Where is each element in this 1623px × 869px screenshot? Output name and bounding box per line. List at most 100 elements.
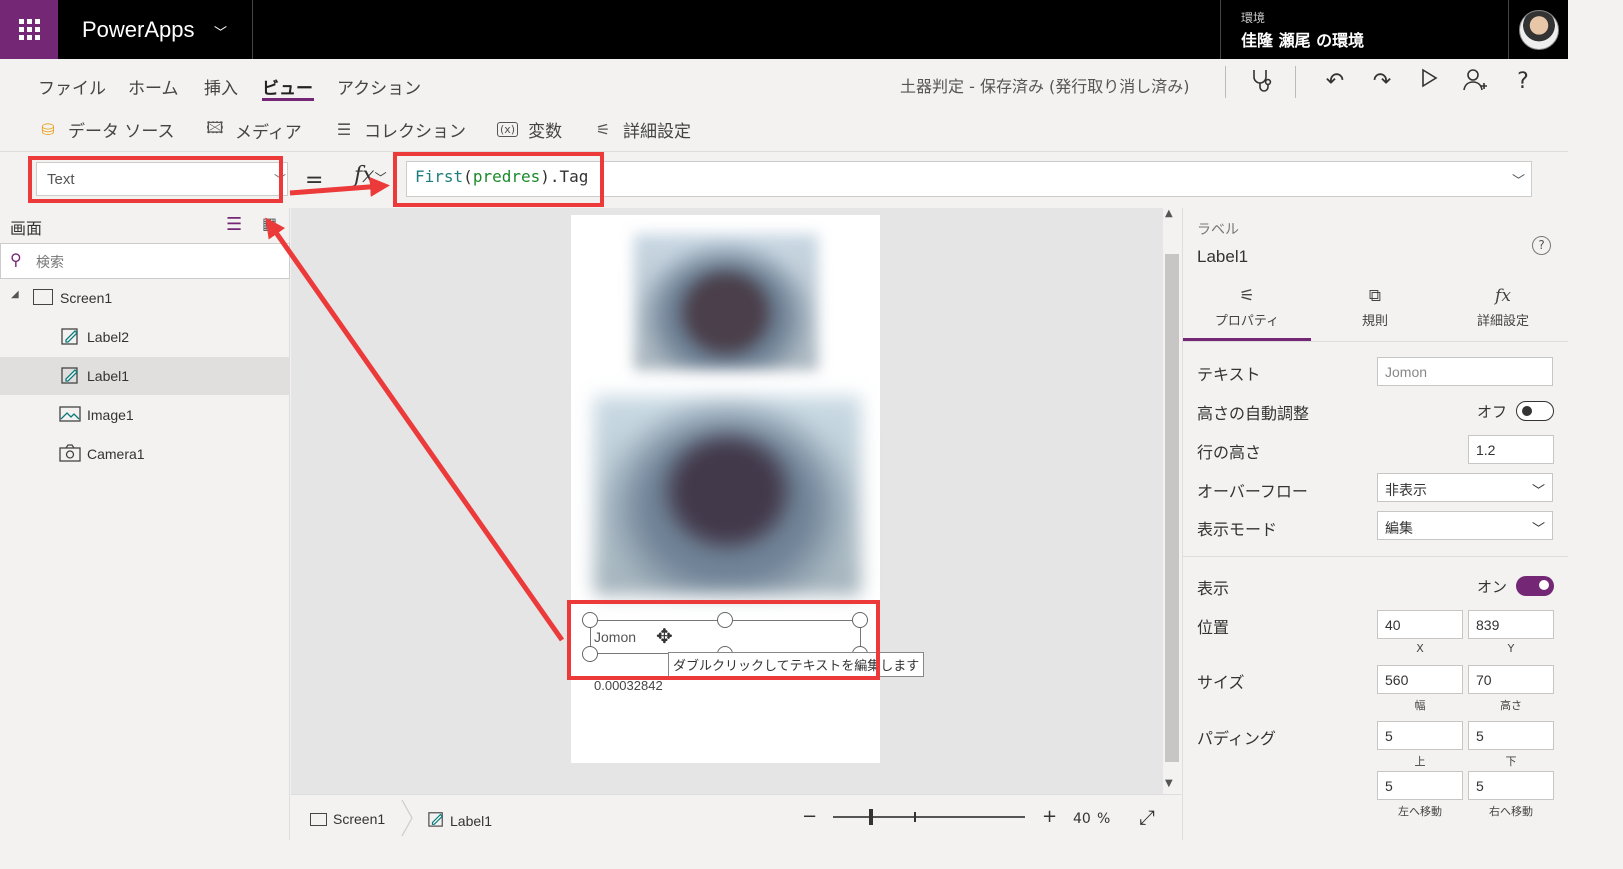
top-divider xyxy=(1508,0,1509,59)
y-caption: Y xyxy=(1507,642,1515,655)
database-icon: ⛁ xyxy=(41,120,55,139)
fx-icon: fx xyxy=(1495,286,1511,306)
menu-action[interactable]: アクション xyxy=(337,74,421,99)
zoom-slider-thumb[interactable] xyxy=(869,809,873,825)
fit-to-window-icon[interactable]: ⤢ xyxy=(1139,805,1155,829)
help-icon[interactable]: ? xyxy=(1506,68,1540,96)
top-divider xyxy=(1220,0,1221,59)
equals-sign: = xyxy=(305,168,324,193)
autoheight-label: 高さの自動調整 xyxy=(1197,404,1310,423)
variable-button[interactable]: (x) 変数 xyxy=(497,117,562,142)
scroll-down-arrow-icon[interactable]: ▼ xyxy=(1165,778,1173,789)
list-view-icon[interactable]: ☰ xyxy=(226,214,242,235)
tree-item-label2[interactable]: Label2 xyxy=(0,318,290,356)
breadcrumb-screen1[interactable]: Screen1 xyxy=(310,811,385,827)
app-title[interactable]: PowerApps xyxy=(82,17,195,43)
chevron-down-icon[interactable]: ﹀ xyxy=(1532,518,1545,537)
tab-rules[interactable]: ⧉ 規則 xyxy=(1311,286,1439,329)
data-source-button[interactable]: ⛁ データ ソース xyxy=(38,117,174,142)
size-height-input[interactable]: 70 xyxy=(1468,665,1554,694)
collapse-triangle-icon[interactable]: ◢ xyxy=(11,289,19,300)
autoheight-toggle[interactable] xyxy=(1516,401,1554,421)
toolbar-divider xyxy=(1225,66,1226,98)
divider xyxy=(1183,556,1568,557)
annotation-box-property xyxy=(28,156,283,203)
lineheight-input[interactable]: 1.2 xyxy=(1468,435,1554,464)
breadcrumb-separator-icon xyxy=(401,800,413,836)
padding-bottom-input[interactable]: 5 xyxy=(1468,721,1554,750)
tree-item-screen1[interactable]: ◢ Screen1 xyxy=(0,279,290,317)
tree-item-label: Label2 xyxy=(87,329,130,345)
variable-icon: (x) xyxy=(497,122,519,137)
padding-label: パディング xyxy=(1197,729,1276,748)
scroll-up-arrow-icon[interactable]: ▲ xyxy=(1165,208,1173,219)
tab-label: プロパティ xyxy=(1214,314,1280,329)
overflow-label: オーバーフロー xyxy=(1197,482,1308,501)
zoom-out-icon[interactable]: − xyxy=(802,806,817,827)
height-caption: 高さ xyxy=(1500,699,1522,712)
menu-home[interactable]: ホーム xyxy=(128,74,179,99)
control-name[interactable]: Label1 xyxy=(1197,247,1248,267)
play-icon[interactable] xyxy=(1412,68,1446,96)
app-save-status: 土器判定 - 保存済み (発行取り消し済み) xyxy=(900,77,1190,96)
media-icon: 🖾 xyxy=(206,118,224,137)
visible-toggle[interactable] xyxy=(1516,576,1554,596)
tree-item-label: Screen1 xyxy=(60,290,113,306)
breadcrumb-label1[interactable]: Label1 xyxy=(428,811,492,831)
tree-title: 画面 xyxy=(10,219,43,238)
annotation-box-formula xyxy=(393,152,604,207)
zoom-slider[interactable] xyxy=(833,816,1025,818)
media-button[interactable]: 🖾 メディア xyxy=(205,117,302,144)
zoom-in-icon[interactable]: + xyxy=(1042,806,1057,827)
divider xyxy=(1183,341,1568,342)
text-prop-input[interactable]: Jomon xyxy=(1377,357,1553,386)
displaymode-select[interactable]: 編集 xyxy=(1377,511,1553,540)
advanced-settings-button[interactable]: ⚟ 詳細設定 xyxy=(593,117,691,142)
tab-advanced[interactable]: fx 詳細設定 xyxy=(1439,286,1567,329)
displaymode-label: 表示モード xyxy=(1197,520,1278,539)
scrollbar-thumb[interactable] xyxy=(1165,254,1179,762)
collection-button[interactable]: ☰ コレクション xyxy=(334,117,466,142)
menu-insert[interactable]: 挿入 xyxy=(204,74,238,99)
collection-label: コレクション xyxy=(364,122,466,142)
camera-icon xyxy=(59,444,81,466)
position-label: 位置 xyxy=(1197,618,1230,637)
environment-name[interactable]: 佳隆 瀬尾 の環境 xyxy=(1241,27,1364,51)
chevron-down-icon[interactable]: ﹀ xyxy=(1532,480,1545,499)
position-y-input[interactable]: 839 xyxy=(1468,610,1554,639)
camera-control-photo[interactable] xyxy=(594,396,861,595)
tree-item-camera1[interactable]: Camera1 xyxy=(0,435,290,473)
grid-view-icon[interactable]: ▦ xyxy=(262,214,277,233)
image-control-photo[interactable] xyxy=(634,234,818,370)
padding-left-input[interactable]: 5 xyxy=(1377,771,1463,800)
position-x-input[interactable]: 40 xyxy=(1377,610,1463,639)
breadcrumb-label: Screen1 xyxy=(333,811,386,827)
left-caption: 左へ移動 xyxy=(1398,805,1442,818)
help-icon[interactable]: ? xyxy=(1532,236,1551,255)
text-prop-label: テキスト xyxy=(1197,365,1261,384)
app-launcher-waffle-icon[interactable] xyxy=(0,0,58,59)
size-width-input[interactable]: 560 xyxy=(1377,665,1463,694)
zoom-slider-tick xyxy=(914,812,916,822)
tab-properties[interactable]: ⚟ プロパティ xyxy=(1183,286,1311,329)
sliders-icon: ⚟ xyxy=(595,120,611,139)
undo-icon[interactable]: ↶ xyxy=(1318,68,1352,96)
zoom-unit: % xyxy=(1097,811,1111,827)
label2-canvas-text[interactable]: 0.00032842 xyxy=(594,678,663,693)
menu-active-underline xyxy=(262,98,314,101)
top-divider xyxy=(252,0,253,59)
padding-right-input[interactable]: 5 xyxy=(1468,771,1554,800)
menu-view[interactable]: ビュー xyxy=(262,74,313,99)
menu-file[interactable]: ファイル xyxy=(38,74,106,99)
stethoscope-icon[interactable] xyxy=(1244,68,1278,96)
tree-item-image1[interactable]: Image1 xyxy=(0,396,290,434)
avatar[interactable] xyxy=(1519,10,1559,50)
redo-icon[interactable]: ↷ xyxy=(1365,68,1399,96)
chevron-down-icon[interactable]: ﹀ xyxy=(214,22,227,41)
share-user-icon[interactable] xyxy=(1459,68,1493,96)
formula-expand-chevron-icon[interactable]: ﹀ xyxy=(1512,170,1525,189)
padding-top-input[interactable]: 5 xyxy=(1377,721,1463,750)
tree-item-label1[interactable]: Label1 xyxy=(0,357,290,395)
fx-icon[interactable]: fx﹀ xyxy=(354,163,387,188)
overflow-select[interactable]: 非表示 xyxy=(1377,473,1553,502)
